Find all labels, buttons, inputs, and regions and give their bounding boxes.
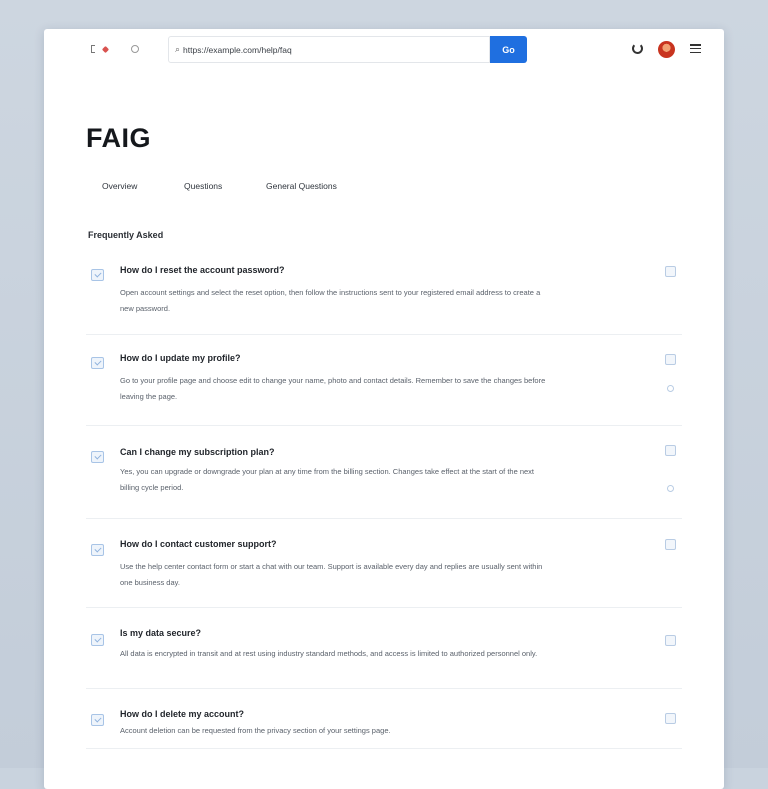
section-title: Frequently Asked [88,230,164,240]
search-button[interactable]: Go [490,36,527,63]
faq-question: How do I reset the account password? [120,265,285,275]
faq-answer: Go to your profile page and choose edit … [120,376,546,401]
faq-question: How do I delete my account? [120,709,245,719]
faq-answer: Account deletion can be requested from t… [120,726,391,735]
question-icon [91,714,104,726]
faq-item[interactable]: Is my data secure? All data is encrypted… [86,608,682,689]
menu-icon[interactable] [690,44,701,53]
search-box: ⌕ [168,36,490,63]
expand-icon[interactable] [665,354,676,365]
faq-item[interactable]: How do I contact customer support? Use t… [86,519,682,608]
avatar[interactable] [658,41,675,58]
tab-questions[interactable]: Questions [184,181,222,191]
expand-icon[interactable] [665,445,676,456]
reload-icon[interactable] [130,44,140,54]
search-icon: ⌕ [175,44,181,54]
faq-question: How do I contact customer support? [120,539,277,549]
expand-icon[interactable] [665,266,676,277]
question-icon [91,357,104,369]
tab-general-questions[interactable]: General Questions [266,181,337,191]
tab-overview[interactable]: Overview [102,181,137,191]
faq-answer: All data is encrypted in transit and at … [120,649,538,658]
page-title: FAIG [86,123,152,153]
question-icon [91,451,104,463]
question-icon [91,544,104,556]
top-bar: ⌕ Go [44,29,724,71]
browser-window: ⌕ Go FAIG Overview Questions General Que… [44,29,724,789]
question-icon [91,634,104,646]
faq-item[interactable]: How do I reset the account password? Ope… [86,247,682,335]
share-icon[interactable] [667,385,674,392]
faq-answer: Open account settings and select the res… [120,288,541,313]
faq-answer: Use the help center contact form or star… [120,562,543,587]
faq-item[interactable]: How do I update my profile? Go to your p… [86,335,682,426]
expand-icon[interactable] [665,539,676,550]
question-icon [91,269,104,281]
share-icon[interactable] [667,485,674,492]
faq-question: Can I change my subscription plan? [120,447,275,457]
faq-item[interactable]: How do I delete my account? Account dele… [86,689,682,749]
expand-icon[interactable] [665,635,676,646]
settings-icon[interactable] [632,43,643,54]
expand-icon[interactable] [665,713,676,724]
faq-item[interactable]: Can I change my subscription plan? Yes, … [86,426,682,519]
home-icon[interactable] [100,44,110,54]
faq-answer: Yes, you can upgrade or downgrade your p… [120,467,535,492]
faq-question: Is my data secure? [120,628,202,638]
back-icon[interactable] [88,44,98,54]
search-input[interactable] [183,44,464,55]
faq-question: How do I update my profile? [120,353,241,363]
